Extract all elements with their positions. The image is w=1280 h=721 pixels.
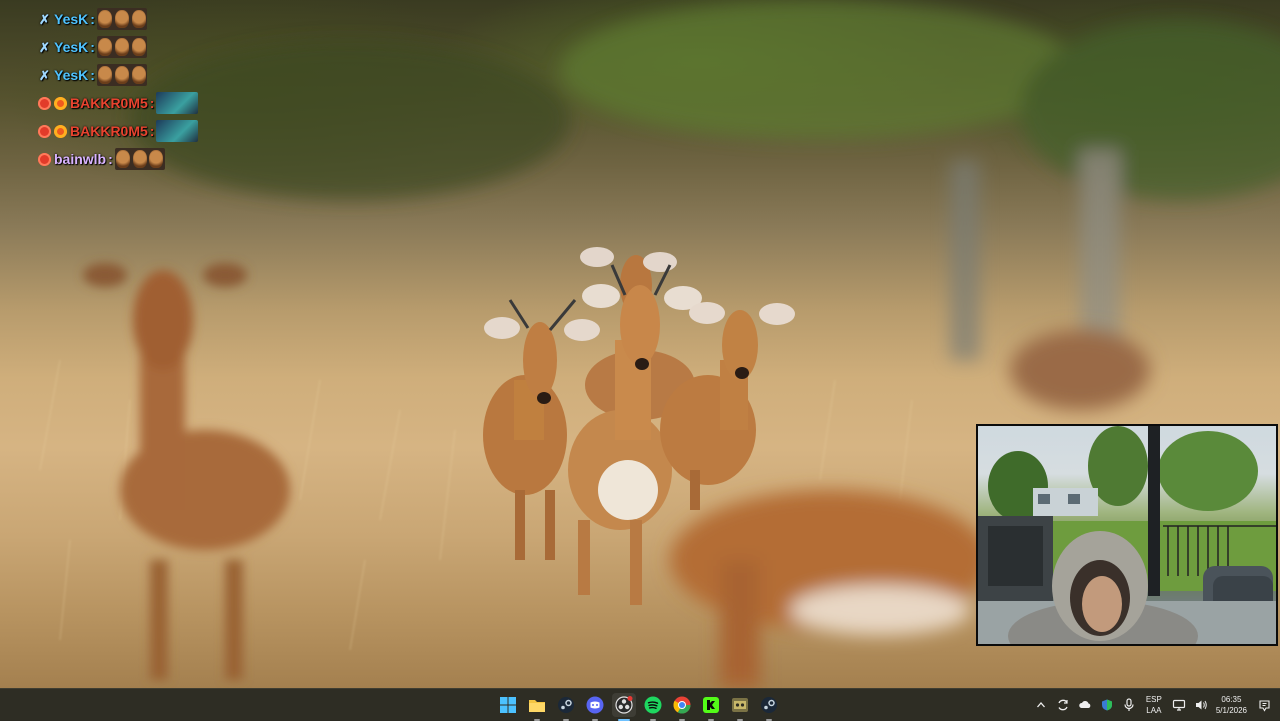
chat-message: bainwlb : [38, 145, 298, 173]
emote-icon [114, 148, 165, 170]
chat-message: ✗ YesK : [38, 5, 298, 33]
emote-icon [96, 8, 147, 30]
shield-icon [1101, 699, 1112, 711]
emote-icon [156, 92, 199, 114]
taskbar: ESP LAA 06:35 5/1/2026 [0, 688, 1280, 721]
speaker-icon [1195, 700, 1207, 710]
keyboard-layout-code: LAA [1146, 706, 1162, 715]
system-tray: ESP LAA 06:35 5/1/2026 [1030, 689, 1280, 721]
obs-button[interactable] [612, 693, 636, 721]
steam-button[interactable] [554, 693, 578, 721]
chat-username: YesK [54, 67, 89, 83]
clock[interactable]: 06:35 5/1/2026 [1216, 694, 1247, 716]
chat-separator: : [149, 95, 155, 111]
chat-message: ✗ YesK : [38, 61, 298, 89]
chat-username: YesK [54, 39, 89, 55]
chat-message: BAKKR0M5 : [38, 89, 298, 117]
network-tray-button[interactable] [1169, 695, 1189, 715]
chrome-icon [673, 696, 691, 714]
red-badge-icon [38, 124, 51, 138]
kick-button[interactable] [699, 693, 723, 721]
clock-time: 06:35 [1221, 695, 1242, 704]
folder-icon [529, 700, 545, 712]
stream-chat-overlay: ✗ YesK : ✗ YesK : ✗ YesK : BAKKR0M5 : BA… [38, 5, 298, 173]
sword-badge-icon: ✗ [39, 39, 50, 55]
cloud-tray-button[interactable] [1075, 695, 1095, 715]
emote-icon [96, 64, 147, 86]
webcam-overlay [976, 424, 1278, 646]
network-display-icon [1172, 699, 1185, 711]
discord-icon [586, 696, 604, 714]
spotify-button[interactable] [641, 693, 665, 721]
ring-badge-icon [54, 124, 67, 138]
chat-message: BAKKR0M5 : [38, 117, 298, 145]
emote-icon [96, 36, 147, 58]
spotify-icon [644, 696, 662, 714]
chat-separator: : [149, 123, 155, 139]
notifications-button[interactable] [1254, 695, 1274, 715]
emote-icon [156, 120, 199, 142]
shield-tray-button[interactable] [1097, 695, 1117, 715]
discord-button[interactable] [583, 693, 607, 721]
start-button[interactable] [496, 693, 520, 717]
language-code: ESP [1145, 695, 1162, 704]
steam-icon [558, 697, 574, 713]
game-app-button[interactable] [728, 693, 752, 721]
game-controller-icon [732, 698, 748, 712]
webcam-scene [978, 426, 1276, 644]
kick-icon [703, 697, 719, 713]
taskbar-apps [496, 689, 781, 721]
sync-icon [1058, 699, 1068, 711]
ring-badge-icon [54, 96, 67, 110]
chat-separator: : [90, 39, 95, 55]
chat-username: BAKKR0M5 [70, 95, 148, 111]
chat-username: bainwlb [54, 151, 107, 167]
microphone-icon [1124, 698, 1134, 711]
chat-separator: : [108, 151, 113, 167]
chrome-button[interactable] [670, 693, 694, 721]
chat-username: YesK [54, 11, 89, 27]
clock-date: 5/1/2026 [1215, 706, 1247, 715]
cloud-icon [1079, 701, 1091, 708]
chat-username: BAKKR0M5 [70, 123, 148, 139]
volume-tray-button[interactable] [1191, 695, 1211, 715]
red-badge-icon [38, 152, 51, 166]
microphone-tray-button[interactable] [1119, 695, 1139, 715]
sword-badge-icon: ✗ [39, 67, 50, 83]
chevron-up-icon [1036, 702, 1045, 708]
steam-2-button[interactable] [757, 693, 781, 721]
sync-tray-button[interactable] [1053, 695, 1073, 715]
red-badge-icon [38, 96, 51, 110]
chat-separator: : [90, 67, 95, 83]
notification-icon [1258, 699, 1270, 712]
sword-badge-icon: ✗ [39, 11, 50, 27]
input-language-indicator[interactable]: ESP LAA [1146, 694, 1162, 716]
windows-logo-icon [500, 697, 516, 713]
obs-icon [615, 696, 633, 714]
chat-separator: : [90, 11, 95, 27]
chat-message: ✗ YesK : [38, 33, 298, 61]
steam-icon [761, 697, 777, 713]
file-explorer-button[interactable] [525, 693, 549, 721]
show-hidden-icons-button[interactable] [1031, 695, 1051, 715]
